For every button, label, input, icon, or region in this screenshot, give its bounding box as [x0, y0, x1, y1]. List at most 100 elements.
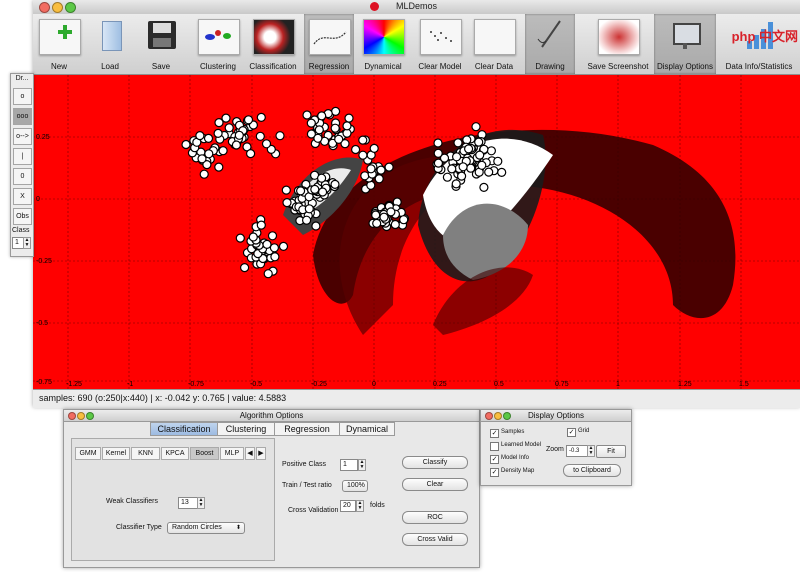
draw-single-point-button[interactable]: o — [13, 88, 32, 105]
classifier-type-value: Random Circles — [172, 524, 222, 531]
sample-point — [453, 138, 463, 148]
sample-point — [282, 197, 292, 208]
sample-point — [197, 154, 207, 164]
sample-point — [262, 239, 272, 249]
plot-svg: 0.25 0 -0.25 -0.5 -0.75 -1.25 -1 -0.75 -… — [33, 75, 800, 389]
cross-validation-stepper[interactable]: ▲ ▼ — [356, 500, 364, 512]
subtab-next-arrow-icon[interactable]: ▶ — [256, 447, 266, 460]
load-button[interactable]: Load — [85, 14, 135, 74]
zoom-stepper[interactable]: ▲ ▼ — [587, 445, 595, 457]
grid-checkbox[interactable]: ✓ — [567, 428, 576, 437]
drawing-tools-panel: Dr... o ooo o--> | 0 X Obs Class 1 ▲ ▼ — [10, 73, 34, 257]
tab-classification[interactable]: Classification — [150, 422, 218, 436]
minimize-window-button[interactable] — [77, 412, 85, 420]
sample-point — [330, 179, 340, 190]
samples-checkbox[interactable]: ✓ — [490, 429, 499, 438]
zoom-window-button[interactable] — [503, 412, 511, 420]
clear-button[interactable]: Clear — [402, 478, 468, 491]
clear-model-icon — [420, 19, 462, 55]
sample-point — [366, 164, 376, 174]
save-button[interactable]: Save — [137, 14, 185, 74]
close-window-button[interactable] — [68, 412, 76, 420]
subtab-kpca[interactable]: KPCA — [161, 447, 189, 460]
drawing-panel-title: Dr... — [15, 75, 29, 82]
classifier-type-select[interactable]: Random Circles ⬍ — [167, 522, 245, 534]
learned-model-checkbox[interactable] — [490, 442, 499, 451]
cross-validation-spinbox[interactable]: 20 — [340, 500, 356, 512]
sample-point — [218, 146, 228, 156]
x-tick: -1 — [127, 381, 133, 388]
zoom-label: Zoom — [546, 446, 564, 453]
status-text: samples: 690 (o:250|x:440) | x: -0.042 y… — [39, 393, 287, 403]
zoom-window-button[interactable] — [86, 412, 94, 420]
sample-point — [224, 123, 234, 133]
draw-line-button[interactable]: | — [13, 148, 32, 165]
sample-point — [334, 134, 344, 144]
sample-point — [248, 232, 258, 242]
sample-point — [471, 122, 481, 132]
x-tick: -0.25 — [311, 381, 327, 388]
clear-data-button[interactable]: Clear Data — [469, 14, 519, 74]
sample-point — [214, 117, 224, 128]
drawing-button[interactable]: Drawing — [525, 14, 575, 74]
y-tick: 0 — [36, 196, 40, 203]
positive-class-spinbox[interactable]: 1 — [340, 459, 358, 471]
sample-point — [457, 171, 467, 181]
cross-valid-button[interactable]: Cross Valid — [402, 533, 468, 546]
zoom-spinbox[interactable]: -0.3 — [566, 445, 588, 457]
positive-class-stepper[interactable]: ▲ ▼ — [358, 459, 366, 471]
subtab-gmm[interactable]: GMM — [75, 447, 101, 460]
draw-ellipse-button[interactable]: 0 — [13, 168, 32, 185]
density-map-checkbox[interactable]: ✓ — [490, 468, 499, 477]
grid-label: Grid — [578, 428, 590, 434]
tab-dynamical[interactable]: Dynamical — [339, 422, 395, 436]
draw-trajectory-button[interactable]: o--> — [13, 128, 32, 145]
subtab-boost[interactable]: Boost — [190, 447, 219, 460]
roc-button[interactable]: ROC — [402, 511, 468, 524]
save-screenshot-button[interactable]: Save Screenshot — [585, 14, 651, 74]
sample-point — [267, 231, 278, 241]
weak-classifiers-spinbox[interactable]: 13 — [178, 497, 198, 509]
algorithm-options-window: Algorithm Options Classification Cluster… — [63, 409, 480, 568]
fit-button[interactable]: Fit — [596, 445, 626, 458]
minimize-window-button[interactable] — [494, 412, 502, 420]
class-stepper[interactable]: ▲ ▼ — [23, 237, 31, 249]
subtab-mlp[interactable]: MLP — [220, 447, 244, 460]
dynamical-button[interactable]: Dynamical — [358, 14, 408, 74]
sample-point — [342, 121, 352, 131]
classify-button[interactable]: Classify — [402, 456, 468, 469]
display-options-button[interactable]: Display Options — [654, 14, 716, 74]
classification-button[interactable]: Classification — [246, 14, 300, 74]
tab-clustering[interactable]: Clustering — [217, 422, 275, 436]
close-window-button[interactable] — [485, 412, 493, 420]
draw-erase-button[interactable]: X — [13, 188, 32, 205]
clustering-icon — [198, 19, 240, 55]
tab-regression[interactable]: Regression — [274, 422, 340, 436]
new-button[interactable]: New — [35, 14, 83, 74]
sample-point — [304, 204, 314, 214]
clear-model-button[interactable]: Clear Model — [415, 14, 465, 74]
regression-button[interactable]: Regression — [304, 14, 354, 74]
sample-point — [270, 252, 280, 262]
sample-point — [278, 241, 289, 251]
sample-point — [479, 182, 489, 193]
weak-classifiers-stepper[interactable]: ▲ ▼ — [197, 497, 205, 509]
to-clipboard-button[interactable]: to Clipboard — [563, 464, 621, 477]
sample-point — [306, 118, 316, 128]
sample-point — [497, 167, 507, 178]
model-info-checkbox[interactable]: ✓ — [490, 455, 499, 464]
train-test-select[interactable]: 100% — [342, 480, 368, 492]
sample-point — [314, 125, 324, 135]
sample-point — [371, 210, 381, 220]
x-tick: 0.25 — [433, 381, 447, 388]
subtab-knn[interactable]: KNN — [131, 447, 160, 460]
clustering-button[interactable]: Clustering — [192, 14, 244, 74]
sample-point — [390, 219, 400, 230]
sample-point — [246, 148, 256, 159]
draw-spray-button[interactable]: ooo — [13, 108, 32, 125]
subtab-kernel[interactable]: Kernel — [102, 447, 130, 460]
subtab-prev-arrow-icon[interactable]: ◀ — [245, 447, 255, 460]
draw-obstacle-button[interactable]: Obs — [13, 208, 32, 225]
plot-canvas[interactable]: 0.25 0 -0.25 -0.5 -0.75 -1.25 -1 -0.75 -… — [33, 75, 800, 389]
sample-point — [310, 184, 320, 195]
